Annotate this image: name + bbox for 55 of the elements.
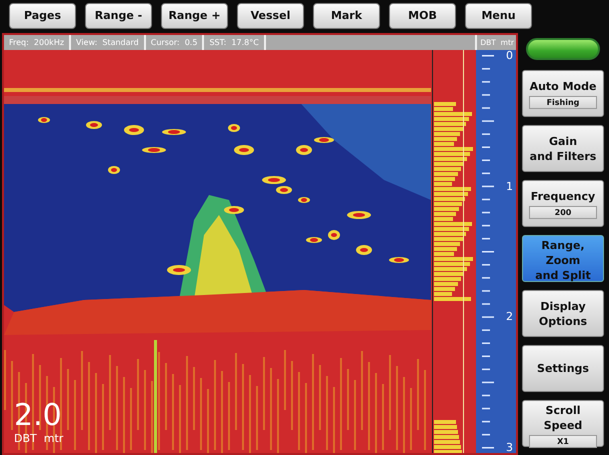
toolbar-button[interactable]: Pages xyxy=(9,3,76,29)
value-field: 200 xyxy=(529,206,597,218)
toolbar-button[interactable]: Range + xyxy=(161,3,228,29)
tick-mark xyxy=(482,303,490,305)
tick-mark xyxy=(482,55,494,56)
tick-mark xyxy=(482,434,490,436)
toolbar-button[interactable]: Vessel xyxy=(237,3,304,29)
toolbar-button[interactable]: Menu xyxy=(465,3,532,29)
tick-mark xyxy=(482,408,490,410)
tick-mark xyxy=(482,238,490,240)
tick-mark xyxy=(482,447,494,448)
tick-mark xyxy=(482,264,490,266)
tick-mark xyxy=(482,382,494,384)
toolbar-button[interactable]: Mark xyxy=(313,3,380,29)
value-field: Fishing xyxy=(529,96,597,108)
toolbar-button[interactable]: MOB xyxy=(389,3,456,29)
depth-label: 1 xyxy=(506,180,513,193)
option-button[interactable]: Gain and Filters xyxy=(522,125,604,172)
depth-label: 3 xyxy=(506,442,513,454)
depth-units: DBT mtr xyxy=(14,430,64,446)
depth-label: 2 xyxy=(506,311,513,324)
indicator-light-icon xyxy=(526,38,600,60)
tick-mark xyxy=(482,356,490,358)
tick-mark xyxy=(482,277,490,279)
tick-mark xyxy=(482,172,490,174)
value-field: X1 xyxy=(529,435,597,448)
tick-mark xyxy=(482,186,494,188)
option-button[interactable]: Settings xyxy=(522,345,604,392)
tick-mark xyxy=(482,198,490,200)
tick-mark xyxy=(482,68,490,70)
tick-mark xyxy=(482,133,490,135)
toolbar-button[interactable]: Range - xyxy=(85,3,152,29)
option-button[interactable]: Frequency 200 xyxy=(522,180,604,227)
depth-label: 0 xyxy=(506,50,513,62)
tick-mark xyxy=(482,146,490,148)
tick-mark xyxy=(482,120,494,122)
option-button[interactable]: Auto Mode Fishing xyxy=(522,70,604,117)
depth-value: 2.0 xyxy=(14,400,63,430)
tick-mark xyxy=(482,290,490,292)
tick-mark xyxy=(482,94,490,96)
tick-mark xyxy=(482,316,494,318)
tick-mark xyxy=(482,224,490,226)
tick-mark xyxy=(482,368,490,370)
option-button[interactable]: Range, Zoom and Split xyxy=(522,235,604,282)
tick-mark xyxy=(482,394,490,396)
tick-mark xyxy=(482,212,490,214)
tick-mark xyxy=(482,107,490,109)
tick-mark xyxy=(482,160,490,162)
tick-mark xyxy=(482,251,494,252)
tick-mark xyxy=(482,342,490,344)
tick-mark xyxy=(482,329,490,331)
tick-mark xyxy=(482,420,490,422)
tick-mark xyxy=(482,81,490,83)
option-button[interactable]: Scroll Speed X1 xyxy=(522,400,604,447)
option-button[interactable]: Display Options xyxy=(522,290,604,337)
